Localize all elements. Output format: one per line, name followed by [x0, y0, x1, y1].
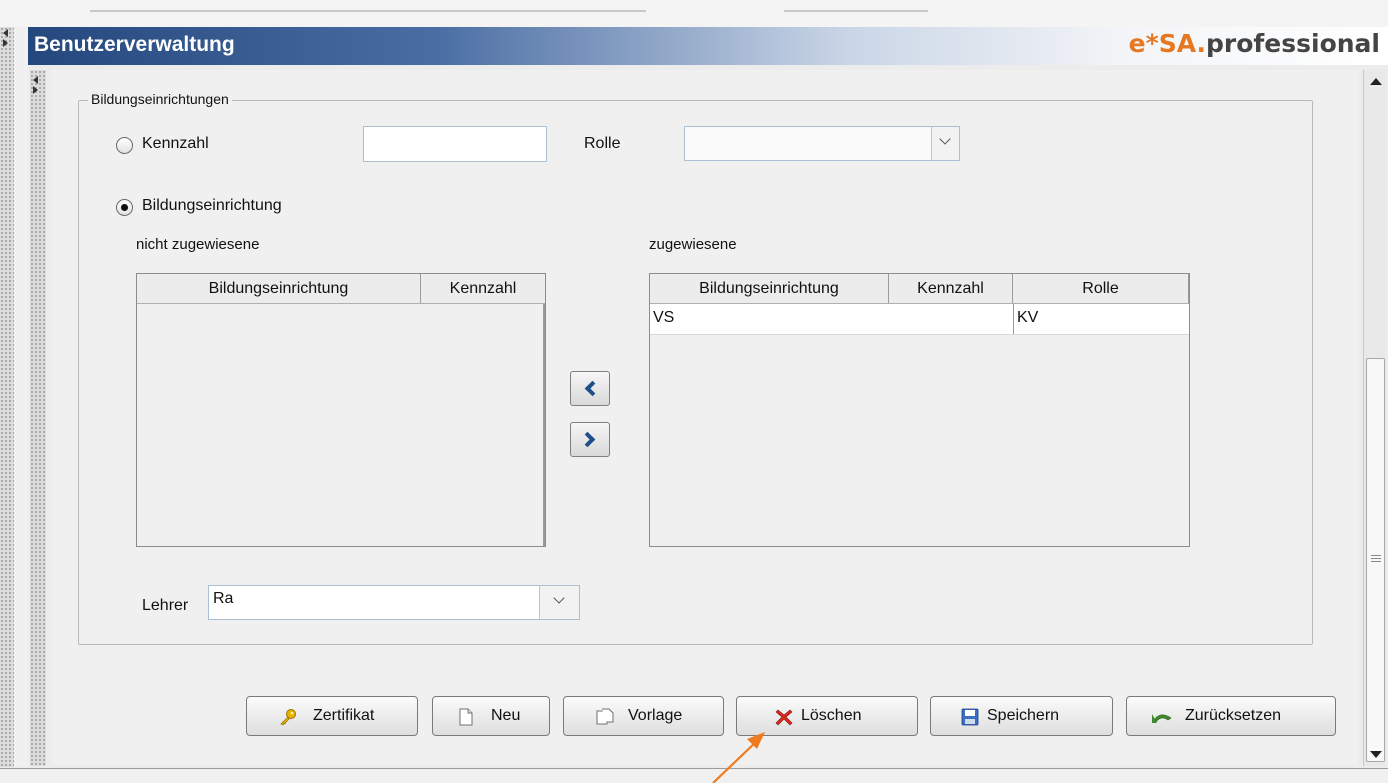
- cell-kennzahl: [889, 304, 1013, 334]
- group-legend: Bildungseinrichtungen: [88, 91, 232, 107]
- rolle-label: Rolle: [584, 135, 621, 152]
- right-list-caption: zugewiesene: [649, 236, 737, 253]
- lehrer-dropdown-button[interactable]: [539, 586, 579, 619]
- move-left-button[interactable]: [570, 371, 610, 406]
- move-right-button[interactable]: [570, 422, 610, 457]
- radio-bildungseinrichtung-label: Bildungseinrichtung: [142, 197, 282, 214]
- radio-kennzahl-label: Kennzahl: [142, 135, 209, 152]
- chevron-down-icon: [939, 133, 951, 145]
- outer-splitter[interactable]: [0, 27, 14, 767]
- zuruecksetzen-button[interactable]: Zurücksetzen: [1126, 696, 1336, 736]
- zertifikat-button[interactable]: Zertifikat: [246, 696, 418, 736]
- arrow-up-icon: [1370, 78, 1382, 85]
- scroll-down-button[interactable]: [1366, 744, 1385, 764]
- vertical-scrollbar[interactable]: [1363, 70, 1386, 766]
- zuruecksetzen-button-label: Zurücksetzen: [1185, 707, 1282, 724]
- column-header-bildungseinrichtung[interactable]: Bildungseinrichtung: [650, 274, 889, 303]
- left-list-caption: nicht zugewiesene: [136, 236, 260, 253]
- neu-button-label: Neu: [491, 707, 521, 724]
- gap: [14, 27, 28, 767]
- new-document-icon: [459, 708, 473, 726]
- chevron-right-icon: [579, 431, 596, 448]
- cell-rolle: KV: [1013, 304, 1189, 334]
- vorlage-button-label: Vorlage: [628, 707, 683, 724]
- rolle-select[interactable]: [684, 126, 960, 161]
- chevron-down-icon: [553, 592, 565, 604]
- red-x-delete-icon: [775, 709, 793, 726]
- brand-logo: e*SA.professional: [1129, 29, 1380, 58]
- tab-strip-line: [90, 10, 646, 12]
- vorlage-button[interactable]: Vorlage: [563, 696, 724, 736]
- title-bar: Benutzerverwaltung e*SA.professional: [28, 27, 1388, 65]
- tab-strip-line: [784, 10, 928, 12]
- zertifikat-button-label: Zertifikat: [313, 707, 375, 724]
- undo-arrow-icon: [1152, 714, 1172, 723]
- key-icon: [280, 709, 296, 726]
- status-bar: [0, 768, 1388, 783]
- column-header-bildungseinrichtung[interactable]: Bildungseinrichtung: [137, 274, 421, 303]
- table-header: Bildungseinrichtung Kennzahl: [137, 274, 545, 304]
- column-header-kennzahl[interactable]: Kennzahl: [421, 274, 545, 303]
- loeschen-button[interactable]: Löschen: [736, 696, 918, 736]
- collapse-left-icon[interactable]: [33, 76, 38, 84]
- grip-icon: [1371, 555, 1381, 564]
- column-header-rolle[interactable]: Rolle: [1013, 274, 1189, 303]
- unassigned-table[interactable]: Bildungseinrichtung Kennzahl: [136, 273, 546, 547]
- radio-kennzahl[interactable]: [116, 137, 133, 154]
- kennzahl-input[interactable]: [363, 126, 547, 162]
- assigned-table[interactable]: Bildungseinrichtung Kennzahl Rolle VS KV: [649, 273, 1190, 547]
- expand-right-icon[interactable]: [3, 39, 8, 47]
- radio-bildungseinrichtung[interactable]: [116, 199, 133, 216]
- brand-part-2: professional: [1206, 29, 1380, 58]
- loeschen-button-label: Löschen: [801, 707, 862, 724]
- expand-right-icon[interactable]: [33, 86, 38, 94]
- table-header: Bildungseinrichtung Kennzahl Rolle: [650, 274, 1189, 304]
- table-row[interactable]: VS KV: [650, 304, 1189, 335]
- column-header-kennzahl[interactable]: Kennzahl: [889, 274, 1013, 303]
- scroll-up-button[interactable]: [1366, 72, 1385, 92]
- lehrer-select[interactable]: Ra: [208, 585, 580, 620]
- inner-splitter[interactable]: [30, 70, 46, 766]
- lehrer-label: Lehrer: [142, 597, 189, 614]
- speichern-button[interactable]: Speichern: [930, 696, 1113, 736]
- brand-part-1: e*SA.: [1128, 29, 1207, 58]
- scroll-track[interactable]: [1364, 94, 1386, 762]
- window-title: Benutzerverwaltung: [34, 33, 235, 56]
- speichern-button-label: Speichern: [987, 707, 1060, 724]
- rolle-dropdown-button[interactable]: [931, 127, 959, 160]
- collapse-left-icon[interactable]: [3, 29, 8, 37]
- radio-selected-dot: [121, 204, 128, 211]
- chevron-left-icon: [584, 380, 601, 397]
- arrow-down-icon: [1370, 751, 1382, 758]
- floppy-disk-icon: [961, 708, 979, 726]
- scroll-thumb[interactable]: [1366, 358, 1385, 762]
- cell-bildungseinrichtung: VS: [653, 309, 675, 326]
- copy-documents-icon: [596, 708, 614, 725]
- window-top-strip: [0, 0, 1388, 27]
- neu-button[interactable]: Neu: [432, 696, 550, 736]
- table-border: [543, 304, 545, 546]
- lehrer-select-value: Ra: [213, 590, 234, 607]
